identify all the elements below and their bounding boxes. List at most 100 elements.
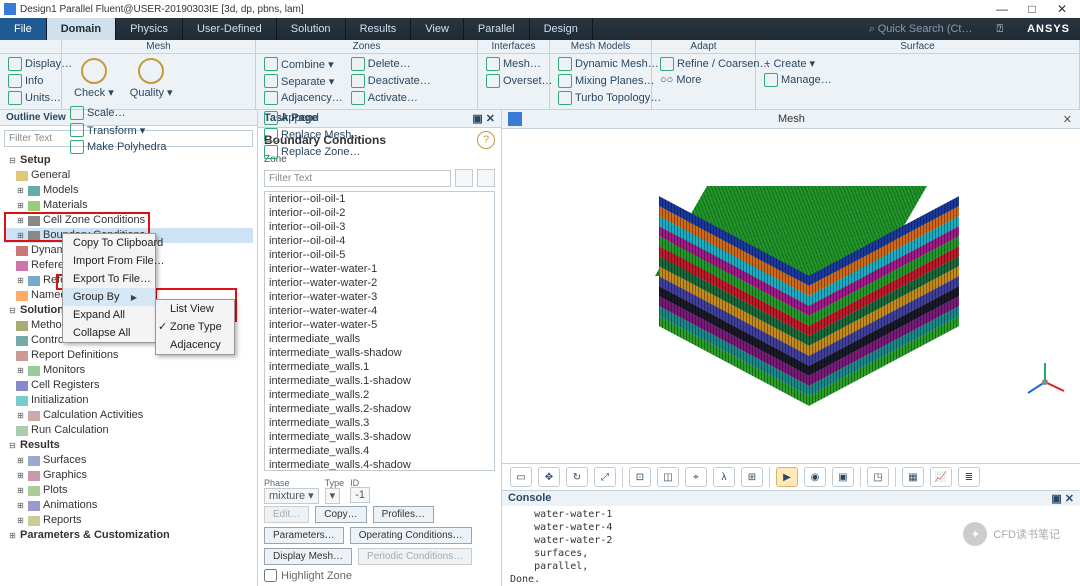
tb-axes-icon[interactable]: ⊞ <box>741 467 763 487</box>
operating-conditions-button[interactable]: Operating Conditions… <box>350 527 472 544</box>
minimize-button[interactable]: — <box>988 1 1016 17</box>
type-select[interactable]: ▾ <box>325 488 341 504</box>
zone-filter-input[interactable]: Filter Text <box>264 170 451 187</box>
zone-item[interactable]: intermediate_walls.1 <box>265 360 494 374</box>
zone-item[interactable]: intermediate_walls.4 <box>265 444 494 458</box>
sub-adjacency[interactable]: Adjacency <box>156 336 234 354</box>
orientation-triad[interactable] <box>1022 359 1068 405</box>
help-icon[interactable]: ⍰ <box>982 18 1017 40</box>
tb-snapshot[interactable]: ▣ <box>832 467 854 487</box>
ribbon-quality[interactable]: Quality ▾ <box>124 56 179 101</box>
menu-user-defined[interactable]: User-Defined <box>183 18 277 40</box>
tb-view[interactable]: λ <box>713 467 735 487</box>
ribbon-transform[interactable]: Transform ▾ <box>68 122 169 138</box>
zone-item[interactable]: intermediate_walls.3 <box>265 416 494 430</box>
tb-rotate[interactable]: ↻ <box>566 467 588 487</box>
ribbon-units[interactable]: Units… <box>6 90 63 106</box>
tb-select[interactable]: ▭ <box>510 467 532 487</box>
menu-domain[interactable]: Domain <box>47 18 116 40</box>
ribbon-mixing-planes[interactable]: Mixing Planes… <box>556 73 656 89</box>
tb-play[interactable]: ▶ <box>776 467 798 487</box>
zone-item[interactable]: intermediate_walls.2 <box>265 388 494 402</box>
zone-item[interactable]: intermediate_walls.1-shadow <box>265 374 494 388</box>
zone-filter-btn-2[interactable] <box>477 169 495 187</box>
tb-zoom[interactable]: ⤢ <box>594 467 616 487</box>
tree-models[interactable]: ⊞Models <box>4 183 253 198</box>
zone-filter-btn-1[interactable] <box>455 169 473 187</box>
ribbon-scale[interactable]: Scale… <box>68 105 169 121</box>
zone-item[interactable]: interior--oil-oil-5 <box>265 248 494 262</box>
zone-item[interactable]: interior--water-water-3 <box>265 290 494 304</box>
menu-solution[interactable]: Solution <box>277 18 346 40</box>
viewer-header-icon[interactable] <box>508 112 522 126</box>
periodic-conditions-button[interactable]: Periodic Conditions… <box>358 548 472 565</box>
zone-item[interactable]: interior--water-water-1 <box>265 262 494 276</box>
menu-design[interactable]: Design <box>530 18 593 40</box>
zone-item[interactable]: interior--water-water-5 <box>265 318 494 332</box>
phase-select[interactable]: mixture ▾ <box>264 488 319 504</box>
zone-item[interactable]: intermediate_walls.4-shadow <box>265 458 494 471</box>
mesh-canvas[interactable] <box>502 129 1080 463</box>
maximize-button[interactable]: □ <box>1018 1 1046 17</box>
tree-monitors[interactable]: ⊞Monitors <box>4 363 253 378</box>
zone-item[interactable]: intermediate_walls <box>265 332 494 346</box>
zone-item[interactable]: intermediate_walls-shadow <box>265 346 494 360</box>
tree-params[interactable]: ⊞Parameters & Customization <box>4 528 253 543</box>
quick-search[interactable]: ⌕ Quick Search (Ct… <box>859 18 983 40</box>
tree-general[interactable]: General <box>4 168 253 183</box>
ctx-expand[interactable]: Expand All <box>63 306 155 324</box>
tree-surfaces[interactable]: ⊞Surfaces <box>4 453 253 468</box>
parameters-button[interactable]: Parameters… <box>264 527 344 544</box>
display-mesh-button[interactable]: Display Mesh… <box>264 548 352 565</box>
ribbon-replace-mesh[interactable]: Replace Mesh… <box>262 127 364 143</box>
ctx-copy[interactable]: Copy To Clipboard <box>63 234 155 252</box>
viewer-close[interactable]: ✕ <box>1055 113 1080 126</box>
ribbon-replace-zone[interactable]: Replace Zone… <box>262 144 364 160</box>
ribbon-activate[interactable]: Activate… <box>349 90 433 106</box>
tb-cube-icon[interactable]: ◳ <box>867 467 889 487</box>
tree-plots[interactable]: ⊞Plots <box>4 483 253 498</box>
tree-calc-activities[interactable]: ⊞Calculation Activities <box>4 408 253 423</box>
tree-reports[interactable]: ⊞Reports <box>4 513 253 528</box>
ribbon-dynamic-mesh[interactable]: Dynamic Mesh… <box>556 56 661 72</box>
tb-layers-icon[interactable]: ≣ <box>958 467 980 487</box>
ribbon-more[interactable]: ○○ More <box>658 73 703 87</box>
sub-zone-type[interactable]: Zone Type <box>156 318 234 336</box>
console-buttons[interactable]: ▣ ✕ <box>1051 492 1074 505</box>
menu-file[interactable]: File <box>0 18 47 40</box>
ribbon-combine[interactable]: Combine ▾ <box>262 56 345 72</box>
ribbon-manage[interactable]: Manage… <box>762 72 834 88</box>
ribbon-append[interactable]: Append <box>262 110 364 126</box>
zone-item[interactable]: interior--oil-oil-1 <box>265 192 494 206</box>
ribbon-deactivate[interactable]: Deactivate… <box>349 73 433 89</box>
ctx-import[interactable]: Import From File… <box>63 252 155 270</box>
ctx-export[interactable]: Export To File… <box>63 270 155 288</box>
ribbon-separate[interactable]: Separate ▾ <box>262 73 345 89</box>
tree-graphics[interactable]: ⊞Graphics <box>4 468 253 483</box>
ribbon-info[interactable]: Info <box>6 73 45 89</box>
menu-parallel[interactable]: Parallel <box>464 18 530 40</box>
ctx-group-by[interactable]: Group By▶ <box>63 288 155 306</box>
tree-run-calc[interactable]: Run Calculation <box>4 423 253 438</box>
ribbon-adjacency[interactable]: Adjacency… <box>262 90 345 106</box>
tree-results[interactable]: ⊟Results <box>4 438 253 453</box>
outline-tree[interactable]: ⊟Setup General ⊞Models ⊞Materials ⊞Cell … <box>0 151 257 586</box>
tree-cell-registers[interactable]: Cell Registers <box>4 378 253 393</box>
ribbon-create[interactable]: + Create ▾ <box>762 56 817 71</box>
zone-item[interactable]: intermediate_walls.2-shadow <box>265 402 494 416</box>
tb-grid-icon[interactable]: ▦ <box>902 467 924 487</box>
zone-item[interactable]: interior--water-water-2 <box>265 276 494 290</box>
tb-fit[interactable]: ⊡ <box>629 467 651 487</box>
ribbon-delete[interactable]: Delete… <box>349 56 433 72</box>
menu-results[interactable]: Results <box>346 18 412 40</box>
tb-probe[interactable]: ⌖ <box>685 467 707 487</box>
tree-cell-zone[interactable]: ⊞Cell Zone Conditions <box>4 213 253 228</box>
zone-item[interactable]: interior--oil-oil-2 <box>265 206 494 220</box>
tb-box-zoom[interactable]: ◫ <box>657 467 679 487</box>
tree-initialization[interactable]: Initialization <box>4 393 253 408</box>
menu-physics[interactable]: Physics <box>116 18 183 40</box>
ribbon-overset[interactable]: Overset… <box>484 73 555 89</box>
tb-pan[interactable]: ✥ <box>538 467 560 487</box>
menu-view[interactable]: View <box>411 18 464 40</box>
id-field[interactable]: -1 <box>350 487 370 503</box>
